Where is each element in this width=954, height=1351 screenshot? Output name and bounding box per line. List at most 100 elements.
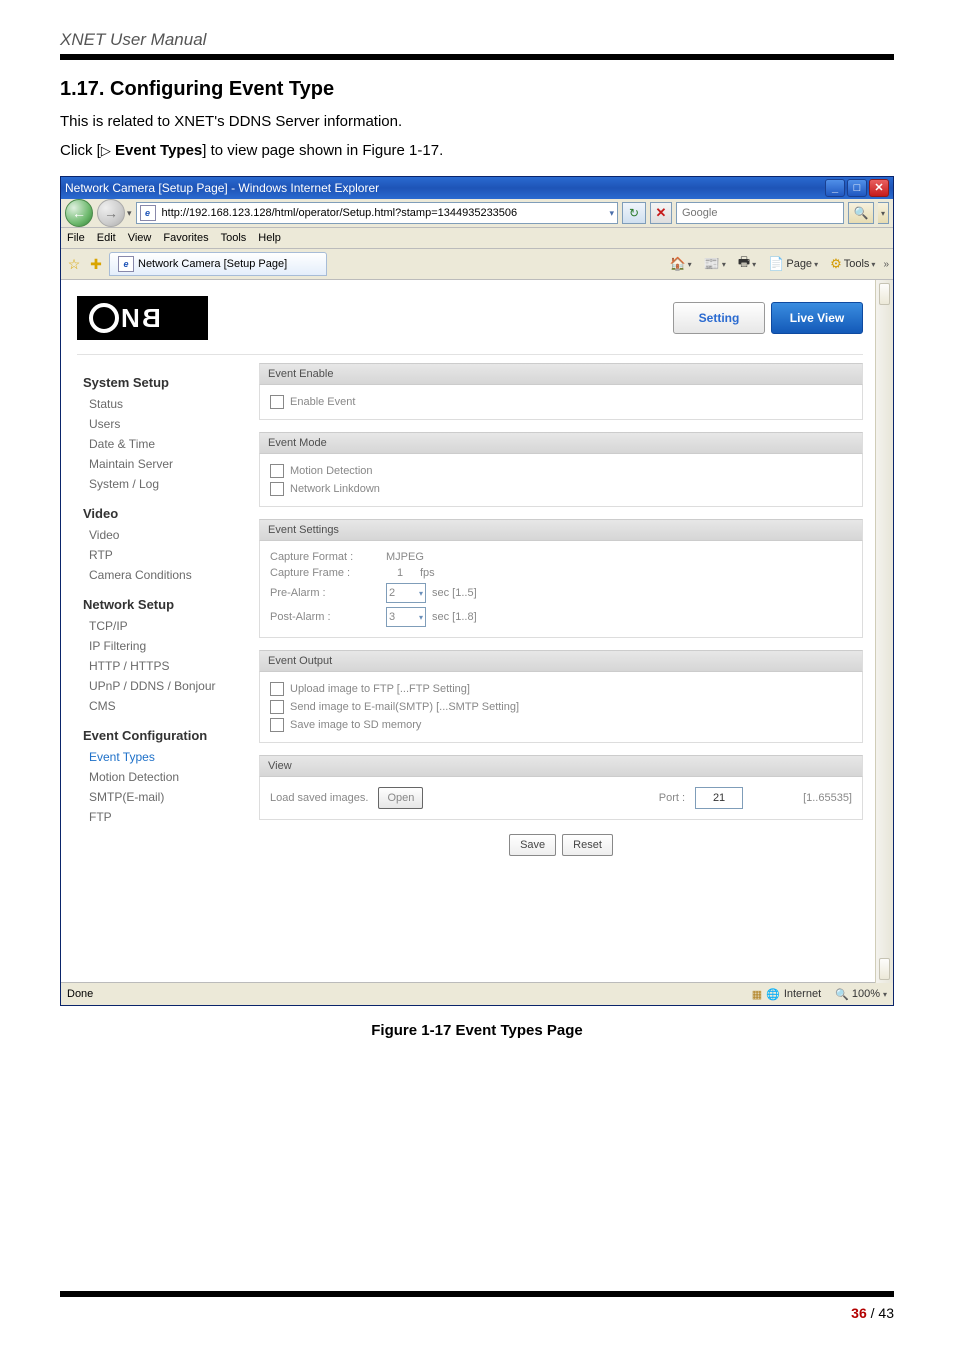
reset-button[interactable]: Reset (562, 834, 613, 856)
sidebar-item-tcpip[interactable]: TCP/IP (83, 616, 259, 636)
search-go-button[interactable]: 🔍 (848, 202, 874, 224)
sidebar-item-ftp[interactable]: FTP (83, 807, 259, 827)
sidebar-item-maintain-server[interactable]: Maintain Server (83, 454, 259, 474)
setting-button[interactable]: Setting (673, 302, 765, 334)
command-bar: 🏠▾ 📰▾ 🖶▾ 📄Page▾ ⚙Tools▾ » (665, 253, 889, 275)
menu-favorites[interactable]: Favorites (163, 232, 208, 244)
url-input[interactable] (160, 206, 606, 220)
zone-label: Internet (784, 988, 821, 1000)
upload-ftp-checkbox[interactable] (270, 682, 284, 696)
tab-label: Network Camera [Setup Page] (138, 258, 287, 270)
menu-edit[interactable]: Edit (97, 232, 116, 244)
sidebar-item-ip-filtering[interactable]: IP Filtering (83, 636, 259, 656)
home-button[interactable]: 🏠▾ (665, 253, 695, 275)
sidebar-group-video: Video (83, 506, 259, 521)
search-input[interactable] (680, 206, 840, 220)
triangle-icon: ▷ (101, 141, 111, 161)
footer-rule (60, 1291, 894, 1297)
open-button[interactable]: Open (378, 787, 423, 809)
sidebar-item-event-types[interactable]: Event Types (83, 747, 259, 767)
network-linkdown-label: Network Linkdown (290, 483, 380, 495)
tools-menu-label: Tools (844, 258, 870, 270)
page-sep: / (867, 1305, 879, 1321)
feeds-button[interactable]: 📰▾ (700, 253, 730, 275)
capture-frame-value: 1 (386, 567, 414, 579)
panel-head-event-enable: Event Enable (259, 363, 863, 385)
save-sd-checkbox[interactable] (270, 718, 284, 732)
search-box[interactable] (676, 202, 844, 224)
port-input[interactable] (695, 787, 743, 809)
capture-format-value: MJPEG (386, 551, 424, 563)
sidebar-item-users[interactable]: Users (83, 414, 259, 434)
sidebar-item-smtp-email[interactable]: SMTP(E-mail) (83, 787, 259, 807)
save-sd-label: Save image to SD memory (290, 719, 421, 731)
window-close-button[interactable]: ✕ (869, 179, 889, 197)
sidebar-item-status[interactable]: Status (83, 394, 259, 414)
sidebar-item-rtp[interactable]: RTP (83, 545, 259, 565)
enable-event-checkbox[interactable] (270, 395, 284, 409)
page-menu-label: Page (786, 258, 812, 270)
menu-view[interactable]: View (128, 232, 152, 244)
sidebar-item-camera-conditions[interactable]: Camera Conditions (83, 565, 259, 585)
window-maximize-button[interactable]: □ (847, 179, 867, 197)
stop-button[interactable]: ✕ (650, 202, 672, 224)
sidebar-item-video[interactable]: Video (83, 525, 259, 545)
sidebar-item-http-https[interactable]: HTTP / HTTPS (83, 656, 259, 676)
tools-menu[interactable]: ⚙Tools▾ (826, 253, 879, 275)
toolbar-overflow-icon[interactable]: » (883, 259, 889, 270)
security-checker-icon: ▦ (752, 988, 762, 1001)
menu-tools[interactable]: Tools (221, 232, 247, 244)
add-favorite-icon[interactable]: ✚ (87, 255, 105, 273)
motion-detection-checkbox[interactable] (270, 464, 284, 478)
port-range: [1..65535] (803, 792, 852, 804)
post-alarm-label: Post-Alarm : (270, 611, 380, 623)
window-minimize-button[interactable]: _ (825, 179, 845, 197)
live-view-button[interactable]: Live View (771, 302, 863, 334)
tab-favicon-icon: e (118, 256, 134, 272)
sidebar-item-upnp[interactable]: UPnP / DDNS / Bonjour (83, 676, 259, 696)
refresh-button[interactable]: ↻ (622, 202, 646, 224)
section-title: 1.17. Configuring Event Type (60, 78, 894, 101)
page-total: 43 (878, 1305, 894, 1321)
tabs-bar: ☆ ✚ e Network Camera [Setup Page] 🏠▾ 📰▾ … (61, 249, 893, 280)
address-bar[interactable]: e ▾ (136, 202, 618, 224)
intro-line-1: This is related to XNET's DDNS Server in… (60, 111, 894, 134)
sidebar-item-date-time[interactable]: Date & Time (83, 434, 259, 454)
zoom-icon[interactable]: 🔍 (835, 988, 849, 1001)
address-dropdown-icon[interactable]: ▾ (609, 208, 614, 219)
window-titlebar: Network Camera [Setup Page] - Windows In… (61, 177, 893, 199)
pre-alarm-select[interactable]: 2▾ (386, 583, 426, 603)
event-types-bold: Event Types (115, 142, 202, 159)
home-icon: 🏠 (669, 256, 685, 272)
sidebar-group-system-setup: System Setup (83, 375, 259, 390)
menu-help[interactable]: Help (258, 232, 281, 244)
favorites-star-icon[interactable]: ☆ (65, 255, 83, 273)
panel-head-view: View (259, 755, 863, 777)
history-dropdown-icon[interactable]: ▾ (127, 208, 132, 219)
print-button[interactable]: 🖶▾ (734, 253, 760, 275)
sidebar-item-motion-detection[interactable]: Motion Detection (83, 767, 259, 787)
vertical-scrollbar[interactable] (875, 280, 893, 983)
header-rule (60, 54, 894, 60)
feed-icon: 📰 (704, 256, 720, 272)
sidebar-group-event-configuration: Event Configuration (83, 728, 259, 743)
page-favicon-icon: e (140, 205, 156, 221)
send-smtp-checkbox[interactable] (270, 700, 284, 714)
save-button[interactable]: Save (509, 834, 556, 856)
zoom-dropdown-icon[interactable]: ▾ (883, 990, 887, 999)
tab-current[interactable]: e Network Camera [Setup Page] (109, 252, 327, 276)
menu-file[interactable]: File (67, 232, 85, 244)
page-menu[interactable]: 📄Page▾ (764, 253, 822, 275)
capture-frame-unit: fps (420, 567, 435, 579)
forward-button[interactable]: → (97, 199, 125, 227)
back-button[interactable]: ← (65, 199, 93, 227)
post-alarm-select[interactable]: 3▾ (386, 607, 426, 627)
capture-frame-label: Capture Frame : (270, 567, 380, 579)
search-provider-dropdown[interactable]: ▾ (878, 202, 889, 224)
network-linkdown-checkbox[interactable] (270, 482, 284, 496)
sidebar-group-network-setup: Network Setup (83, 597, 259, 612)
intro-line-2: Click [▷ Event Types] to view page shown… (60, 140, 894, 163)
sidebar-item-system-log[interactable]: System / Log (83, 474, 259, 494)
cnb-logo: NB (77, 296, 673, 340)
sidebar-item-cms[interactable]: CMS (83, 696, 259, 716)
